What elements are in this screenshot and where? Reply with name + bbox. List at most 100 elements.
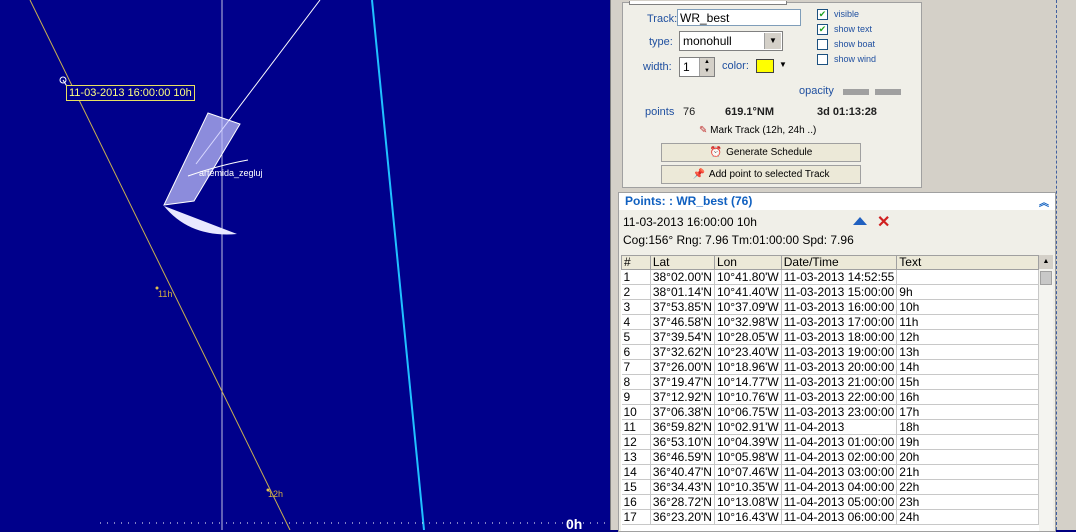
color-swatch[interactable]: [756, 59, 774, 73]
type-select[interactable]: monohull ▼: [679, 31, 783, 51]
table-row[interactable]: 15 36°34.43'N 10°10.35'W 11-04-2013 04:00:0…: [621, 479, 1039, 495]
table-cell: 10h: [896, 299, 1039, 315]
table-cell: 14: [621, 464, 651, 480]
points-label: points: [645, 106, 675, 118]
track-label: Track:: [647, 13, 678, 25]
visible-checkbox[interactable]: ✔: [817, 9, 828, 20]
color-label: color:: [722, 60, 749, 72]
table-cell: 7: [621, 359, 651, 375]
table-cell: 11-04-2013 04:00:00: [781, 479, 898, 495]
table-cell: 16h: [896, 389, 1039, 405]
opacity-slider-a[interactable]: [843, 89, 869, 95]
right-pane-edge: [1056, 0, 1076, 530]
table-cell: 11-03-2013 20:00:00: [781, 359, 898, 375]
table-cell: 10°37.09'W: [714, 299, 782, 315]
table-cell: 16: [621, 494, 651, 510]
color-dropdown-icon[interactable]: ▼: [779, 60, 787, 69]
route-line: [371, 0, 425, 530]
table-row[interactable]: 6 37°32.62'N 10°23.40'W 11-03-2013 19:00:00…: [621, 344, 1039, 360]
properties-tab[interactable]: [629, 1, 787, 5]
table-cell: 13: [621, 449, 651, 465]
table-cell: 15h: [896, 374, 1039, 390]
table-row[interactable]: 8 37°19.47'N 10°14.77'W 11-03-2013 21:00:00…: [621, 374, 1039, 390]
table-cell: 10: [621, 404, 651, 420]
table-row[interactable]: 17 36°23.20'N 10°16.43'W 11-04-2013 06:00:0…: [621, 509, 1039, 525]
table-cell: 20h: [896, 449, 1039, 465]
spin-arrows-icon[interactable]: ▲ ▼: [699, 58, 714, 76]
chevron-down-icon[interactable]: ▼: [764, 33, 781, 49]
table-cell: 11-03-2013 21:00:00: [781, 374, 898, 390]
table-cell: [896, 269, 1039, 285]
column-header[interactable]: Lat: [649, 255, 715, 270]
delete-icon[interactable]: ✕: [877, 212, 890, 232]
table-cell: 5: [621, 329, 651, 345]
opacity-label: opacity: [799, 85, 834, 97]
table-row[interactable]: 7 37°26.00'N 10°18.96'W 11-03-2013 20:00:00…: [621, 359, 1039, 375]
map-canvas[interactable]: [0, 0, 610, 530]
table-cell: 10°41.40'W: [714, 284, 782, 300]
column-header[interactable]: Text: [896, 255, 1039, 270]
table-cell: 36°40.47'N: [650, 464, 715, 480]
track-name-input[interactable]: WR_best: [677, 9, 801, 26]
column-header[interactable]: #: [621, 255, 651, 270]
table-cell: 37°19.47'N: [650, 374, 715, 390]
table-cell: 18h: [896, 419, 1039, 435]
table-cell: 37°32.62'N: [650, 344, 715, 360]
table-cell: 6: [621, 344, 651, 360]
table-row[interactable]: 14 36°40.47'N 10°07.46'W 11-04-2013 03:00:0…: [621, 464, 1039, 480]
table-row[interactable]: 5 37°39.54'N 10°28.05'W 11-03-2013 18:00:00…: [621, 329, 1039, 345]
column-header[interactable]: Lon: [713, 255, 782, 270]
scroll-thumb[interactable]: [1040, 271, 1052, 285]
table-row[interactable]: 2 38°01.14'N 10°41.40'W 11-03-2013 15:00:00…: [621, 284, 1039, 300]
table-cell: 11: [621, 419, 651, 435]
show-boat-checkbox[interactable]: [817, 39, 828, 50]
hour-label-12: 12h: [268, 489, 284, 499]
track-distance: 619.1°NM: [725, 106, 775, 118]
zero-hour-label: 0h: [566, 516, 583, 530]
mark-track-label: Mark Track (12h, 24h ..): [710, 125, 817, 136]
visible-label: visible: [834, 9, 860, 19]
mark-track-button[interactable]: ✎ Mark Track (12h, 24h ..): [699, 125, 816, 136]
table-row[interactable]: 1 38°02.00'N 10°41.80'W 11-03-2013 14:52:55: [621, 269, 1039, 285]
generate-schedule-button[interactable]: ⏰ Generate Schedule: [661, 143, 861, 162]
collapse-icon[interactable]: ︽: [1039, 195, 1049, 212]
boat-sail: [164, 206, 237, 235]
table-cell: 8: [621, 374, 651, 390]
table-cell: 38°01.14'N: [650, 284, 715, 300]
hour-label-11: 11h: [158, 289, 173, 299]
move-up-icon[interactable]: [853, 217, 867, 225]
table-row[interactable]: 16 36°28.72'N 10°13.08'W 11-04-2013 05:00:0…: [621, 494, 1039, 510]
pin-icon: 📌: [692, 169, 705, 180]
table-row[interactable]: 9 37°12.92'N 10°10.76'W 11-03-2013 22:00:00…: [621, 389, 1039, 405]
table-cell: 36°28.72'N: [650, 494, 715, 510]
table-row[interactable]: 11 36°59.82'N 10°02.91'W 11-04-2013 18h: [621, 419, 1039, 435]
table-cell: 2: [621, 284, 651, 300]
width-label: width:: [643, 61, 672, 73]
table-row[interactable]: 3 37°53.85'N 10°37.09'W 11-03-2013 16:00:00…: [621, 299, 1039, 315]
width-stepper[interactable]: 1 ▲ ▼: [679, 57, 715, 77]
table-cell: 36°23.20'N: [650, 509, 715, 525]
table-row[interactable]: 12 36°53.10'N 10°04.39'W 11-04-2013 01:00:0…: [621, 434, 1039, 450]
table-cell: 11-04-2013 01:00:00: [781, 434, 898, 450]
table-cell: 11-03-2013 16:00:00: [781, 299, 898, 315]
chart-map[interactable]: 11-03-2013 16:00:00 10h artemida_zegluj …: [0, 0, 610, 530]
table-cell: 10°16.43'W: [714, 509, 782, 525]
table-cell: 37°06.38'N: [650, 404, 715, 420]
opacity-slider-b[interactable]: [875, 89, 901, 95]
table-cell: 37°12.92'N: [650, 389, 715, 405]
alarm-clock-icon: ⏰: [709, 147, 723, 158]
scroll-up-icon[interactable]: ▲: [1039, 255, 1053, 269]
show-text-checkbox[interactable]: ✔: [817, 24, 828, 35]
add-point-button[interactable]: 📌 Add point to selected Track: [661, 165, 861, 184]
table-row[interactable]: 10 37°06.38'N 10°06.75'W 11-03-2013 23:00:0…: [621, 404, 1039, 420]
table-cell: 17h: [896, 404, 1039, 420]
track-duration: 3d 01:13:28: [817, 106, 877, 118]
column-header[interactable]: Date/Time: [780, 255, 898, 270]
table-cell: 11-03-2013 22:00:00: [781, 389, 898, 405]
table-row[interactable]: 4 37°46.58'N 10°32.98'W 11-03-2013 17:00:00…: [621, 314, 1039, 330]
show-wind-checkbox[interactable]: [817, 54, 828, 65]
table-scrollbar[interactable]: ▲: [1039, 255, 1053, 531]
table-cell: 10°10.76'W: [714, 389, 782, 405]
table-row[interactable]: 13 36°46.59'N 10°05.98'W 11-04-2013 02:00:0…: [621, 449, 1039, 465]
table-cell: 21h: [896, 464, 1039, 480]
